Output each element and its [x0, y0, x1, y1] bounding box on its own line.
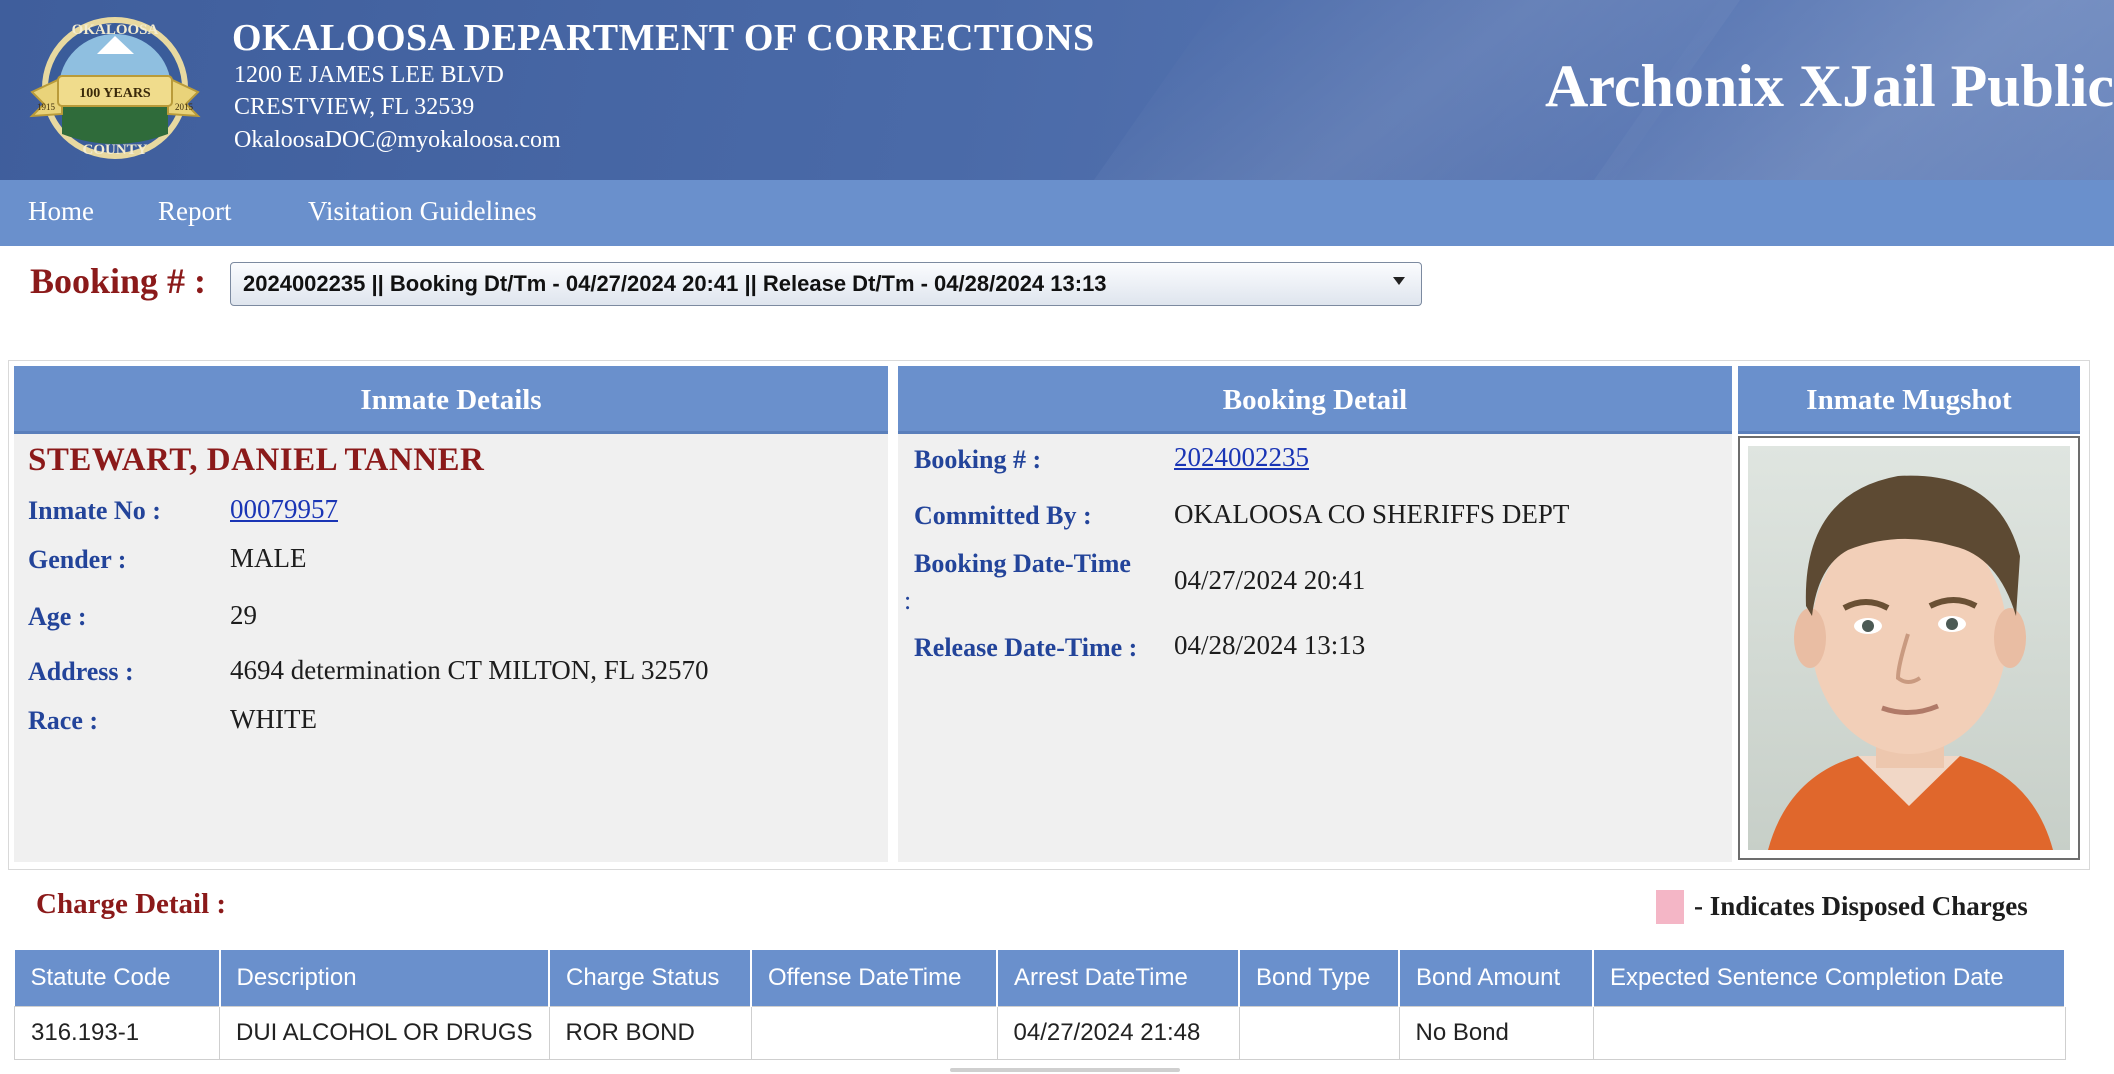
race-label: Race : — [28, 706, 99, 735]
booking-datetime-label: Booking Date-Time — [914, 549, 1131, 578]
charge-detail-title: Charge Detail : — [36, 888, 227, 920]
seal-bottom-text: COUNTY — [82, 142, 147, 158]
inmate-no-label: Inmate No : — [28, 496, 161, 525]
disposed-legend-swatch — [1656, 890, 1684, 924]
mugshot-frame — [1738, 436, 2080, 860]
cell-description: DUI ALCOHOL OR DRUGS — [219, 1006, 550, 1060]
cell-charge-status: ROR BOND — [548, 1006, 752, 1060]
charges-header-row: Statute Code Description Charge Status O… — [14, 950, 2066, 1007]
committed-by-value: OKALOOSA CO SHERIFFS DEPT — [1174, 499, 1570, 529]
inmate-name: STEWART, DANIEL TANNER — [28, 442, 485, 478]
table-row: 316.193-1 DUI ALCOHOL OR DRUGS ROR BOND … — [14, 1006, 2066, 1060]
booking-detail-panel — [898, 366, 1732, 862]
col-bond-amount: Bond Amount — [1399, 950, 1594, 1007]
disposed-legend-text: - Indicates Disposed Charges — [1694, 891, 2028, 921]
booking-datetime-value: 04/27/2024 20:41 — [1174, 565, 1366, 595]
horizontal-scrollbar[interactable] — [950, 1068, 1180, 1072]
charges-table: Statute Code Description Charge Status O… — [14, 950, 2066, 1060]
seal-right-year: 2015 — [175, 102, 194, 112]
col-bond-type: Bond Type — [1239, 950, 1400, 1007]
nav-visitation-guidelines[interactable]: Visitation Guidelines — [308, 196, 537, 227]
address-line-2: CRESTVIEW, FL 32539 — [234, 94, 475, 120]
age-value: 29 — [230, 600, 257, 630]
col-offense-datetime: Offense DateTime — [751, 950, 998, 1007]
gender-label: Gender : — [28, 545, 127, 574]
cell-offense-datetime — [750, 1006, 998, 1060]
booking-no-link[interactable]: 2024002235 — [1174, 442, 1309, 473]
cell-bond-type — [1238, 1006, 1400, 1060]
mugshot-header: Inmate Mugshot — [1738, 366, 2080, 434]
nav-home[interactable]: Home — [28, 196, 94, 227]
cell-expected-sentence-completion — [1592, 1006, 2066, 1060]
main-nav: Home Report Visitation Guidelines — [0, 180, 2114, 246]
booking-no-label: Booking # : — [914, 445, 1042, 474]
brand-title: Archonix XJail Public — [1545, 53, 2114, 119]
booking-select-label: Booking # : — [30, 261, 207, 301]
seal-ribbon-text: 100 YEARS — [79, 86, 151, 101]
inmate-details-header: Inmate Details — [14, 366, 888, 434]
seal-top-text: OKALOOSA — [72, 22, 159, 38]
inmate-details-panel — [14, 366, 888, 862]
gender-value: MALE — [230, 543, 307, 573]
col-arrest-datetime: Arrest DateTime — [997, 950, 1240, 1007]
release-datetime-value: 04/28/2024 13:13 — [1174, 630, 1366, 660]
address-line-1: 1200 E JAMES LEE BLVD — [234, 62, 504, 88]
race-value: WHITE — [230, 704, 317, 734]
nav-report[interactable]: Report — [158, 196, 232, 227]
mugshot-image — [1748, 446, 2070, 850]
cell-statute-code: 316.193-1 — [14, 1006, 220, 1060]
col-expected-sentence-completion: Expected Sentence Completion Date — [1593, 950, 2066, 1007]
address-value: 4694 determination CT MILTON, FL 32570 — [230, 655, 709, 685]
booking-detail-header: Booking Detail — [898, 366, 1732, 434]
booking-datetime-colon: : — [904, 586, 912, 615]
committed-by-label: Committed By : — [914, 501, 1092, 530]
county-seal-logo: 100 YEARS OKALOOSA COUNTY 1915 2015 — [29, 17, 201, 159]
booking-select-value: 2024002235 || Booking Dt/Tm - 04/27/2024… — [243, 271, 1107, 296]
chevron-down-icon — [1393, 277, 1405, 285]
col-statute-code: Statute Code — [14, 950, 221, 1007]
booking-select[interactable]: 2024002235 || Booking Dt/Tm - 04/27/2024… — [230, 262, 1422, 306]
cell-bond-amount: No Bond — [1398, 1006, 1594, 1060]
age-label: Age : — [28, 602, 87, 631]
seal-left-year: 1915 — [37, 102, 56, 112]
address-label: Address : — [28, 657, 134, 686]
col-description: Description — [219, 950, 550, 1007]
cell-arrest-datetime: 04/27/2024 21:48 — [996, 1006, 1240, 1060]
department-name: OKALOOSA DEPARTMENT OF CORRECTIONS — [232, 17, 1095, 59]
site-header: 100 YEARS OKALOOSA COUNTY 1915 2015 OKAL… — [0, 0, 2114, 180]
release-datetime-label: Release Date-Time : — [914, 633, 1138, 662]
department-email: OkaloosaDOC@myokaloosa.com — [234, 127, 561, 153]
inmate-no-link[interactable]: 00079957 — [230, 494, 338, 525]
col-charge-status: Charge Status — [549, 950, 752, 1007]
